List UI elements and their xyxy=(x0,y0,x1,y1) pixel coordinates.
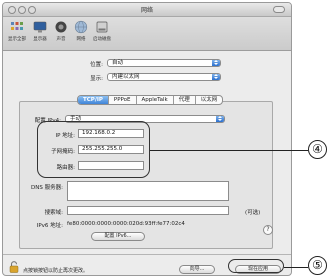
callout-number-4: ④ xyxy=(308,140,327,159)
tab-proxies[interactable]: 代理 xyxy=(174,96,196,104)
toolbar-item-sound[interactable]: 声音 xyxy=(50,20,72,42)
toolbar-item-label: 声音 xyxy=(56,37,66,42)
toolbar-item-network[interactable]: 网络 xyxy=(70,20,92,42)
show-label: 显示: xyxy=(90,76,103,82)
disk-icon xyxy=(96,21,108,33)
toolbar-item-label: 显示全部 xyxy=(8,37,26,42)
grid-icon xyxy=(11,22,23,30)
speaker-icon xyxy=(55,21,67,33)
chevron-updown-icon xyxy=(212,60,220,66)
dns-label: DNS 服务器: xyxy=(31,185,63,191)
location-value: 自动 xyxy=(112,60,124,66)
show-value: 内建以太网 xyxy=(112,74,140,80)
chevron-updown-icon xyxy=(216,116,224,122)
toolbar-item-label: 显示器 xyxy=(33,37,47,42)
tab-appletalk[interactable]: AppleTalk xyxy=(137,96,174,104)
callout-leader-line-4 xyxy=(150,150,308,151)
show-select[interactable]: 内建以太网 xyxy=(107,73,221,81)
location-label: 位置: xyxy=(90,62,103,68)
toolbar-item-displays[interactable]: 显示器 xyxy=(29,20,51,42)
display-icon xyxy=(33,21,47,33)
callout-number-5: ⑤ xyxy=(308,256,327,275)
search-domains-field[interactable] xyxy=(67,206,229,215)
help-button[interactable]: ? xyxy=(263,225,273,235)
toolbar-item-show-all[interactable]: 显示全部 xyxy=(6,20,28,42)
assistant-button[interactable]: 向导... xyxy=(179,265,215,274)
tab-tcpip[interactable]: TCP/IP xyxy=(78,96,109,104)
tab-ethernet[interactable]: 以太网 xyxy=(196,96,223,104)
window-title: 网络 xyxy=(140,7,153,14)
tab-pppoe[interactable]: PPPoE xyxy=(109,96,137,104)
address-fields-outline xyxy=(37,121,150,178)
ipv6-address-label: IPv6 地址: xyxy=(36,223,63,229)
dns-servers-field[interactable] xyxy=(67,181,229,201)
ipv6-address-value: fe80:0000:0000:0000:020d:93ff:fe77:02c4 xyxy=(67,221,185,227)
toolbar-item-label: 网络 xyxy=(76,37,86,42)
toolbar-item-label: 启动磁盘 xyxy=(93,37,111,42)
chevron-updown-icon xyxy=(212,74,220,80)
callout-leader-line-5 xyxy=(284,267,308,268)
location-select[interactable]: 自动 xyxy=(107,59,221,67)
toolbar-item-startup-disk[interactable]: 启动磁盘 xyxy=(91,20,113,42)
apply-button-outline xyxy=(228,259,284,273)
tab-bar: TCP/IP PPPoE AppleTalk 代理 以太网 xyxy=(77,95,224,105)
toolbar-toggle-button[interactable] xyxy=(273,6,285,13)
network-globe-icon xyxy=(74,20,88,34)
lock-instruction-text: 点按锁按钮以防止再次更改。 xyxy=(23,268,89,274)
lock-icon[interactable] xyxy=(9,261,19,273)
toolbar: 显示全部 显示器 声音 网络 启动磁盘 xyxy=(3,17,291,51)
search-domains-label: 搜索域: xyxy=(44,210,63,216)
optional-label: (可选) xyxy=(245,210,261,216)
title-bar: 网络 xyxy=(3,3,291,17)
bottom-divider xyxy=(3,254,291,255)
configure-ipv6-button[interactable]: 配置 IPv6... xyxy=(91,232,145,241)
